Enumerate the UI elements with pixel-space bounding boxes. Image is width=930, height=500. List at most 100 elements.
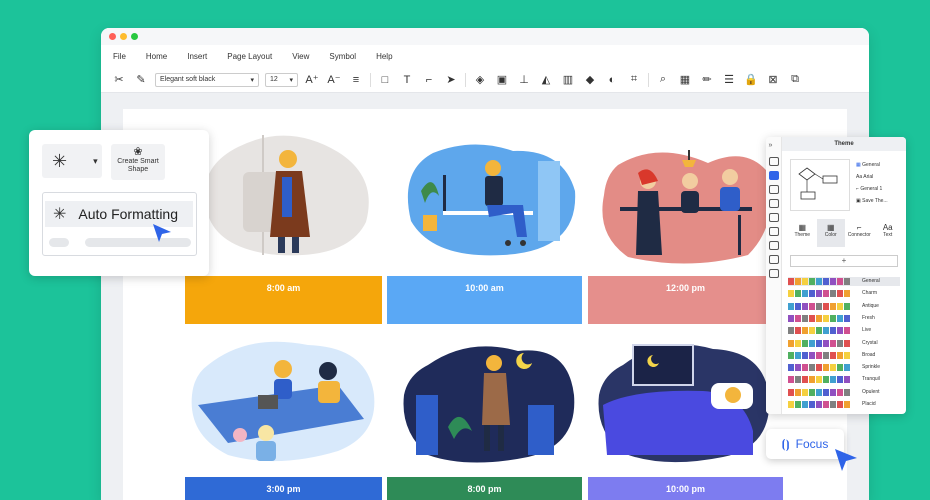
palette-row[interactable]: Crystal: [788, 339, 878, 348]
side-icon-strip: »: [766, 137, 782, 414]
add-palette-button[interactable]: +: [790, 255, 898, 267]
presentation-icon[interactable]: [768, 255, 779, 264]
text-icon[interactable]: T: [399, 72, 415, 88]
menu-help[interactable]: Help: [376, 52, 392, 61]
rectangle-icon[interactable]: □: [377, 72, 393, 88]
flip-icon[interactable]: ◭: [538, 72, 554, 88]
tab-color[interactable]: ▦ Color: [816, 219, 845, 247]
close-box-icon[interactable]: ⊠: [765, 72, 781, 88]
color-swatch: [795, 351, 801, 359]
group-icon[interactable]: ▣: [494, 72, 510, 88]
cursor-arrow-icon: [153, 224, 171, 242]
color-swatch: [788, 388, 794, 396]
connector-icon[interactable]: ⌐: [421, 72, 437, 88]
pointer-icon[interactable]: ➤: [443, 72, 459, 88]
palette-row[interactable]: Broad: [788, 351, 875, 360]
font-size-select[interactable]: 12 ▾: [265, 72, 298, 87]
menu-view[interactable]: View: [292, 52, 309, 61]
tab-theme[interactable]: ▦ Theme: [788, 219, 817, 247]
palette-name: Crystal: [862, 339, 878, 346]
collapse-icon[interactable]: »: [769, 142, 779, 152]
shape-style-icon[interactable]: ◐: [604, 72, 620, 88]
color-swatch: [809, 364, 815, 372]
layers-icon[interactable]: ◈: [472, 72, 488, 88]
crop-icon[interactable]: ⌗: [626, 72, 642, 88]
time-card-3pm[interactable]: 3:00 pm: [185, 477, 382, 500]
palette-row[interactable]: Antique: [788, 302, 879, 311]
line-color-icon[interactable]: ✏: [699, 72, 715, 88]
time-label: 3:00 pm: [266, 484, 301, 494]
menu-home[interactable]: Home: [146, 52, 167, 61]
option-arial[interactable]: Aa Arial: [856, 171, 888, 183]
color-swatch: [830, 290, 836, 298]
palette-row[interactable]: Fresh: [788, 314, 875, 323]
image-icon[interactable]: [768, 185, 779, 194]
palette-row[interactable]: Placid: [788, 400, 876, 409]
palette-row[interactable]: Live: [788, 326, 871, 335]
decrease-font-icon[interactable]: A⁻: [326, 72, 342, 88]
option-save-theme[interactable]: ▣ Save The...: [856, 195, 888, 207]
canvas-area: 8:00 am 10:00 am 12:00 pm 3:00 pm 8:00 p…: [101, 93, 869, 500]
option-label: General: [862, 162, 880, 168]
attachment-icon[interactable]: [768, 227, 779, 236]
increase-font-icon[interactable]: A⁺: [304, 72, 320, 88]
align-icon[interactable]: ≡: [348, 72, 364, 88]
color-swatch: [837, 351, 843, 359]
close-dot[interactable]: [109, 33, 116, 40]
time-card-12pm[interactable]: 12:00 pm: [588, 276, 783, 324]
fill-icon[interactable]: [768, 157, 779, 166]
layers-icon[interactable]: [768, 199, 779, 208]
palette-row[interactable]: Opulent: [788, 388, 880, 397]
magic-wand-dropdown[interactable]: ✳ ▾: [42, 144, 102, 178]
history-icon[interactable]: [768, 269, 779, 278]
auto-formatting-box: ✳ Auto Formatting: [42, 192, 197, 256]
palette-row[interactable]: Tranquil: [788, 375, 880, 384]
option-label: Save The...: [862, 198, 888, 204]
color-swatch: [802, 351, 808, 359]
minimize-dot[interactable]: [120, 33, 127, 40]
fit-icon[interactable]: [768, 241, 779, 250]
color-swatch: [837, 302, 843, 310]
page-icon[interactable]: [768, 213, 779, 222]
time-card-8am[interactable]: 8:00 am: [185, 276, 382, 324]
color-swatch: [816, 376, 822, 384]
menu-insert[interactable]: Insert: [187, 52, 207, 61]
font-name-select[interactable]: Elegant soft black ▾: [155, 72, 259, 87]
option-general-1[interactable]: ⌐ General 1: [856, 183, 888, 195]
color-swatch: [830, 364, 836, 372]
color-swatch: [823, 302, 829, 310]
theme-icon[interactable]: [768, 171, 779, 180]
time-label: 8:00 pm: [467, 484, 502, 494]
create-smart-shape-button[interactable]: ❀ Create Smart Shape: [111, 144, 165, 180]
line-style-icon[interactable]: ☰: [721, 72, 737, 88]
time-card-10pm[interactable]: 10:00 pm: [588, 477, 783, 500]
lock-icon[interactable]: 🔒: [743, 72, 759, 88]
color-swatch: [844, 401, 850, 408]
search-icon[interactable]: ⌕: [655, 72, 671, 88]
palette-row[interactable]: Sprinkle: [788, 363, 880, 372]
time-card-10am[interactable]: 10:00 am: [387, 276, 582, 324]
palette-row[interactable]: Charm: [788, 289, 877, 298]
smart-shape-icon: ❀: [133, 146, 143, 158]
color-swatch: [809, 339, 815, 347]
color-swatch: [788, 278, 794, 285]
color-swatch: [823, 339, 829, 347]
cut-icon[interactable]: ✂: [111, 72, 127, 88]
menu-page-layout[interactable]: Page Layout: [227, 52, 272, 61]
time-card-8pm[interactable]: 8:00 pm: [387, 477, 582, 500]
tab-text[interactable]: Aa Text: [874, 219, 903, 247]
tab-connector[interactable]: ⌐ Connector: [845, 219, 874, 247]
format-painter-icon[interactable]: ✎: [133, 72, 149, 88]
fill-color-icon[interactable]: ◆: [582, 72, 598, 88]
image-icon[interactable]: ▦: [677, 72, 693, 88]
menu-symbol[interactable]: Symbol: [329, 52, 356, 61]
align-center-icon[interactable]: ⊥: [516, 72, 532, 88]
color-swatch: [795, 290, 801, 298]
option-general[interactable]: ▦ General: [856, 159, 888, 171]
menu-file[interactable]: File: [113, 52, 126, 61]
palette-row[interactable]: General: [788, 277, 900, 286]
color-swatch: [802, 388, 808, 396]
maximize-dot[interactable]: [131, 33, 138, 40]
distribute-icon[interactable]: ▥: [560, 72, 576, 88]
more-icon[interactable]: ⧉: [787, 72, 803, 88]
